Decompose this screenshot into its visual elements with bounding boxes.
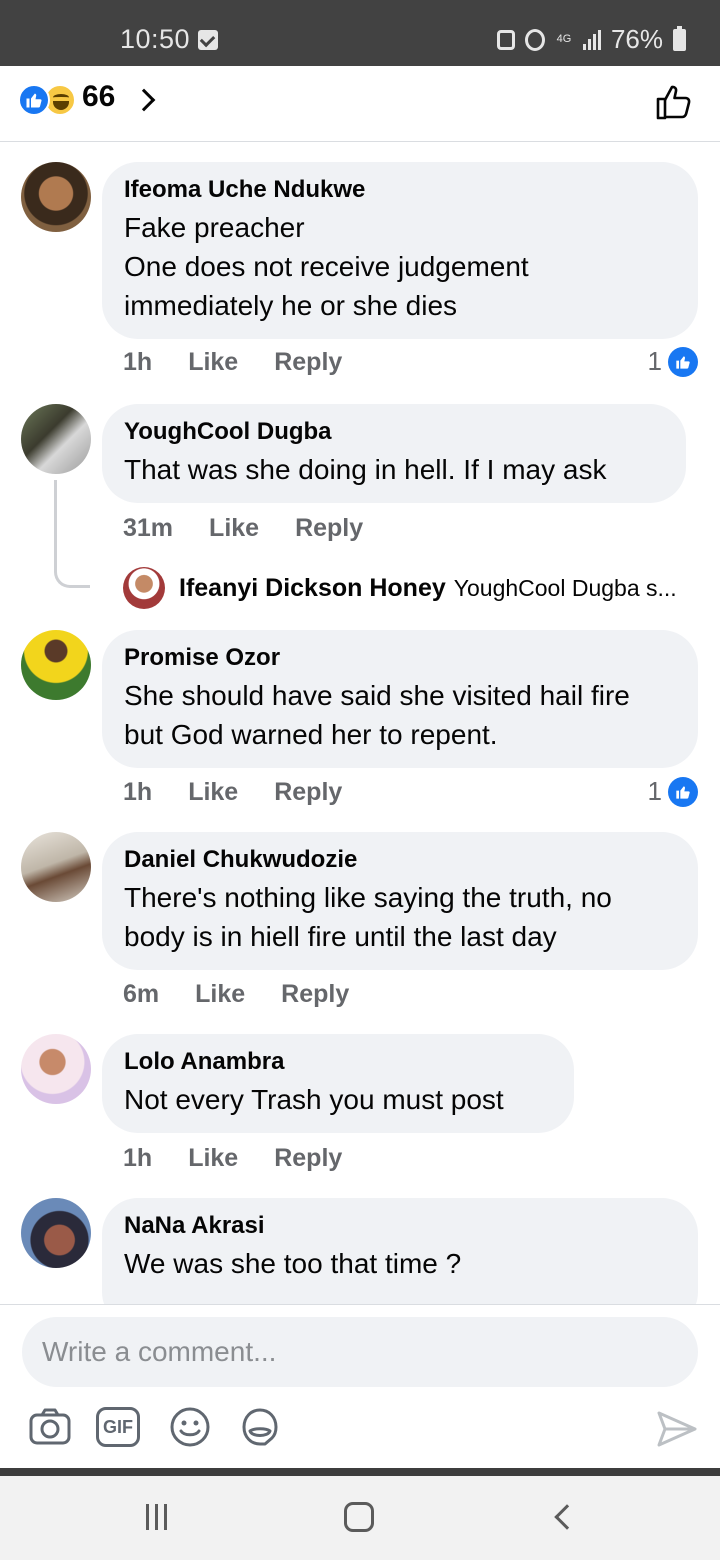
like-count-number: 1 (647, 346, 662, 376)
comment-actions: 1h Like Reply (123, 1144, 378, 1173)
avatar[interactable] (21, 832, 91, 902)
comment-text: Not every Trash you must post (124, 1084, 504, 1115)
battery-icon (673, 25, 686, 51)
comment-bubble[interactable]: YoughCool Dugba That was she doing in he… (102, 404, 686, 503)
avatar[interactable] (21, 1034, 91, 1104)
system-nav-bar (0, 1476, 720, 1560)
comment-bubble[interactable]: NaNa Akrasi We was she too that time ? (102, 1198, 698, 1304)
divider (0, 1468, 720, 1476)
comment-bubble[interactable]: Promise Ozor She should have said she vi… (102, 630, 698, 768)
comment-composer: GIF (0, 1304, 720, 1468)
comment-actions: 1h Like Reply (123, 348, 378, 377)
camera-icon[interactable] (28, 1405, 72, 1449)
like-button-icon[interactable] (654, 82, 694, 122)
reply-link[interactable]: Reply (274, 1144, 342, 1173)
lock-icon (496, 29, 515, 50)
comment-time: 1h (123, 348, 153, 376)
chevron-right-icon[interactable] (132, 88, 156, 112)
like-count-number: 1 (647, 776, 662, 806)
comment-text: Fake preacher One does not receive judge… (124, 212, 529, 321)
reply-link[interactable]: Reply (295, 514, 363, 543)
comment-input[interactable] (22, 1317, 698, 1387)
status-icons: 4G 76% (496, 24, 686, 55)
comment-author[interactable]: YoughCool Dugba (124, 418, 664, 446)
comment-author[interactable]: Ifeoma Uche Ndukwe (124, 176, 676, 204)
send-icon[interactable] (656, 1409, 698, 1449)
like-link[interactable]: Like (209, 514, 259, 543)
comment-author[interactable]: Daniel Chukwudozie (124, 846, 676, 874)
reply-link[interactable]: Reply (281, 980, 349, 1009)
home-icon[interactable] (344, 1502, 374, 1532)
comment-text: We was she too that time ? (124, 1248, 462, 1279)
reply-author[interactable]: Ifeanyi Dickson Honey (179, 574, 446, 603)
like-reaction-icon[interactable] (18, 84, 50, 116)
sticker-icon[interactable] (238, 1405, 282, 1449)
reaction-count[interactable]: 66 (82, 80, 115, 114)
recents-icon[interactable] (146, 1504, 167, 1530)
comment-author[interactable]: Promise Ozor (124, 644, 676, 672)
comment-text: That was she doing in hell. If I may ask (124, 454, 607, 485)
like-link[interactable]: Like (188, 348, 238, 377)
signal-icon (582, 29, 601, 50)
comment-actions: 31m Like Reply (123, 514, 399, 543)
comment-actions: 6m Like Reply (123, 980, 385, 1009)
reply-snippet: YoughCool Dugba s... (453, 574, 677, 601)
back-icon[interactable] (554, 1504, 580, 1530)
like-badge-icon (668, 776, 698, 807)
comment-actions: 1h Like Reply (123, 778, 378, 807)
comment-bubble[interactable]: Daniel Chukwudozie There's nothing like … (102, 832, 698, 970)
comment-like-count[interactable]: 1 (648, 776, 698, 807)
comment-author[interactable]: NaNa Akrasi (124, 1212, 676, 1240)
status-time: 10:50 (120, 24, 191, 54)
comment-bubble[interactable]: Ifeoma Uche Ndukwe Fake preacher One doe… (102, 162, 698, 339)
reply-thread-line (54, 480, 90, 588)
comment-like-count[interactable]: 1 (648, 346, 698, 377)
comment-author[interactable]: Lolo Anambra (124, 1048, 552, 1076)
like-link[interactable]: Like (188, 1144, 238, 1173)
notification-check-icon (198, 30, 218, 50)
reply-preview[interactable]: Ifeanyi Dickson Honey YoughCool Dugba s.… (123, 566, 703, 610)
comment-bubble[interactable]: Lolo Anambra Not every Trash you must po… (102, 1034, 574, 1133)
comment-text: She should have said she visited hail fi… (124, 680, 630, 750)
gif-icon[interactable]: GIF (96, 1407, 140, 1447)
avatar[interactable] (21, 162, 91, 232)
battery-percent: 76% (610, 24, 663, 54)
comment-time: 6m (123, 980, 160, 1008)
like-link[interactable]: Like (195, 980, 245, 1009)
avatar[interactable] (21, 1198, 91, 1268)
status-bar: 10:50 4G 76% (0, 0, 720, 66)
emoji-icon[interactable] (168, 1405, 212, 1449)
reply-link[interactable]: Reply (274, 348, 342, 377)
like-badge-icon (668, 346, 698, 377)
reactions-header: 66 (0, 66, 720, 142)
reply-avatar[interactable] (123, 567, 165, 609)
comment-time: 1h (123, 1144, 153, 1172)
comment-time: 1h (123, 778, 153, 806)
avatar[interactable] (21, 404, 91, 474)
alarm-icon (524, 28, 545, 51)
comment-text: There's nothing like saying the truth, n… (124, 882, 612, 952)
avatar[interactable] (21, 630, 91, 700)
network-type: 4G (556, 33, 572, 45)
comment-time: 31m (123, 514, 174, 542)
like-link[interactable]: Like (188, 778, 238, 807)
comment-list[interactable]: Ifeoma Uche Ndukwe Fake preacher One doe… (0, 142, 720, 1304)
reply-link[interactable]: Reply (274, 778, 342, 807)
